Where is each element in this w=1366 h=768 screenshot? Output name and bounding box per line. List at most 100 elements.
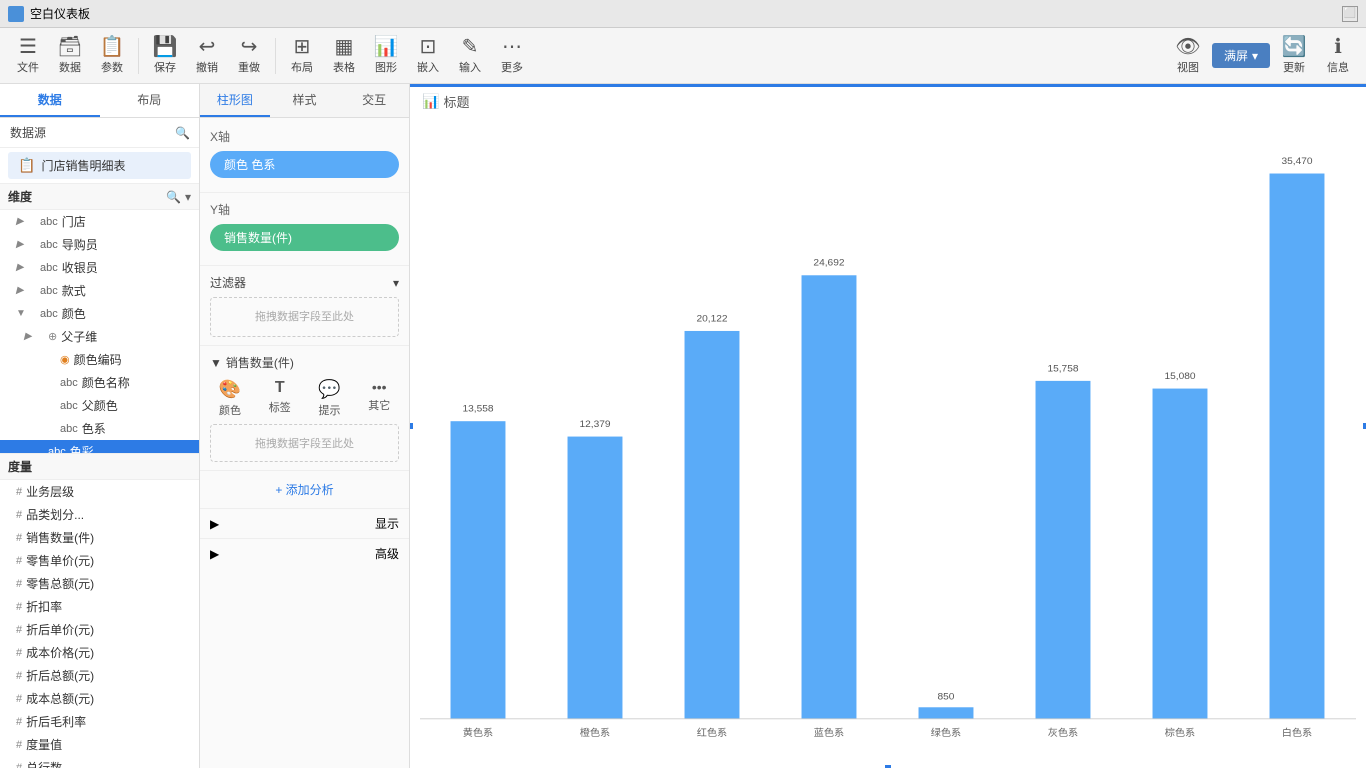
- tab-layout[interactable]: 布局: [100, 84, 200, 117]
- field-type-icon: ▶: [16, 216, 36, 227]
- tooltip-icon: 💬: [318, 379, 340, 400]
- layout-icon: ⊞: [294, 37, 311, 57]
- tab-data[interactable]: 数据: [0, 84, 100, 117]
- mark-label[interactable]: T 标签: [269, 379, 291, 418]
- toolbar-embed[interactable]: ⊡ 嵌入: [408, 35, 448, 77]
- field-se-cai[interactable]: abc 色彩: [0, 440, 199, 453]
- y-axis-pill[interactable]: 销售数量(件): [210, 224, 399, 251]
- field-yanse-mingcheng[interactable]: abc 颜色名称: [0, 371, 199, 394]
- marks-expand-icon[interactable]: ▼: [210, 356, 222, 370]
- marks-section: ▼ 销售数量(件) 🎨 颜色 T 标签 💬 提示 ••• 其它: [200, 345, 409, 470]
- toolbar-layout[interactable]: ⊞ 布局: [282, 35, 322, 77]
- svg-text:20,122: 20,122: [696, 314, 727, 325]
- field-kuanshi[interactable]: ▶ abc 款式: [0, 279, 199, 302]
- field-fuziwei[interactable]: ▶ ⊕ 父子维: [0, 325, 199, 348]
- x-axis-pill[interactable]: 颜色 色系: [210, 151, 399, 178]
- tab-style[interactable]: 样式: [270, 84, 340, 117]
- advanced-section[interactable]: ▶ 高级: [200, 538, 409, 568]
- field-label: 门店: [62, 213, 86, 230]
- toolbar-more[interactable]: ⋯ 更多: [492, 35, 532, 77]
- toolbar-input[interactable]: ✎ 输入: [450, 35, 490, 77]
- field-label: 度量值: [26, 736, 62, 753]
- field-pinlei[interactable]: # 品类划分...: [0, 503, 199, 526]
- field-shouyin[interactable]: ▶ abc 收银员: [0, 256, 199, 279]
- toolbar-data[interactable]: 🗃 数据: [50, 35, 90, 77]
- field-yewu[interactable]: # 业务层级: [0, 480, 199, 503]
- toolbar-figure[interactable]: 📊 图形: [366, 35, 406, 77]
- display-expand-icon: ▶: [210, 517, 219, 531]
- bar-chart-svg: 13,558 12,379 20,122 24,692 850 15,758 1…: [420, 114, 1356, 738]
- mark-other[interactable]: ••• 其它: [368, 379, 390, 418]
- toolbar-params[interactable]: 📋 参数: [92, 35, 132, 77]
- field-label: 总行数: [26, 759, 62, 768]
- mark-color[interactable]: 🎨 颜色: [219, 379, 241, 418]
- mark-tooltip[interactable]: 💬 提示: [318, 379, 340, 418]
- toolbar-info[interactable]: ℹ 信息: [1318, 35, 1358, 77]
- display-section[interactable]: ▶ 显示: [200, 508, 409, 538]
- tab-bar-chart[interactable]: 柱形图: [200, 84, 270, 117]
- handle-right-center[interactable]: [1362, 422, 1366, 430]
- field-yanse-bianma[interactable]: ◉ 颜色编码: [0, 348, 199, 371]
- mark-color-label: 颜色: [219, 402, 241, 418]
- field-chengbenzonge[interactable]: # 成本总额(元): [0, 687, 199, 710]
- add-analysis-button[interactable]: + 添加分析: [200, 470, 409, 508]
- expand-dimensions-icon[interactable]: ▾: [185, 190, 191, 204]
- toolbar-undo[interactable]: ↩ 撤销: [187, 35, 227, 77]
- toolbar-redo[interactable]: ↪ 重做: [229, 35, 269, 77]
- search-icon[interactable]: 🔍: [175, 126, 189, 140]
- fullscreen-button[interactable]: 满屏 ▾: [1212, 43, 1270, 68]
- chart-title-text: 标题: [443, 92, 469, 111]
- data-icon: 🗃: [57, 37, 82, 57]
- toolbar-view[interactable]: 👁 视图: [1168, 35, 1208, 77]
- field-lingshouzongé[interactable]: # 零售总额(元): [0, 572, 199, 595]
- marks-icons: 🎨 颜色 T 标签 💬 提示 ••• 其它: [210, 379, 399, 418]
- datasource-item[interactable]: 📋 门店销售明细表: [8, 152, 191, 179]
- main-layout: 数据 布局 数据源 🔍 📋 门店销售明细表 维度 🔍 ▾ ▶ abc 门店: [0, 84, 1366, 768]
- dimensions-header: 维度 🔍 ▾: [0, 183, 199, 210]
- tab-interact[interactable]: 交互: [339, 84, 409, 117]
- field-dulianngzhi[interactable]: # 度量值: [0, 733, 199, 756]
- handle-left-center[interactable]: [410, 422, 414, 430]
- chart-title: 📊 标题: [422, 92, 469, 111]
- field-se-xi[interactable]: abc 色系: [0, 417, 199, 440]
- selection-border-top: [410, 84, 1366, 87]
- advanced-label: 高级: [375, 545, 399, 562]
- toolbar-table[interactable]: ▦ 表格: [324, 35, 364, 77]
- field-zonghshu[interactable]: # 总行数: [0, 756, 199, 768]
- field-lingshoudanjia[interactable]: # 零售单价(元): [0, 549, 199, 572]
- chart-tabs: 柱形图 样式 交互: [200, 84, 409, 118]
- field-daogou[interactable]: ▶ abc 导购员: [0, 233, 199, 256]
- svg-text:黄色系: 黄色系: [463, 726, 494, 738]
- filter-expand-icon: ▾: [393, 276, 399, 290]
- left-panel-tabs: 数据 布局: [0, 84, 199, 118]
- field-label: 折后总额(元): [26, 667, 94, 684]
- svg-text:35,470: 35,470: [1281, 156, 1313, 167]
- field-zhekoúdanjia[interactable]: # 折后单价(元): [0, 618, 199, 641]
- svg-text:红色系: 红色系: [697, 726, 728, 738]
- marks-label: 销售数量(件): [226, 354, 399, 371]
- search-dimensions-icon[interactable]: 🔍: [166, 190, 181, 204]
- field-zhekoulv[interactable]: # 折扣率: [0, 595, 199, 618]
- menu-icon: ☰: [19, 37, 37, 57]
- datasource-label: 数据源: [10, 124, 46, 141]
- field-yanse[interactable]: ▼ abc 颜色: [0, 302, 199, 325]
- toolbar-save[interactable]: 💾 保存: [145, 35, 185, 77]
- toolbar-update[interactable]: 🔄 更新: [1274, 35, 1314, 77]
- field-label: 品类划分...: [26, 506, 84, 523]
- color-icon: 🎨: [219, 379, 241, 400]
- toolbar-file[interactable]: ☰ 文件: [8, 35, 48, 77]
- handle-bottom-center[interactable]: [884, 764, 892, 768]
- field-zhekouzonge[interactable]: # 折后总额(元): [0, 664, 199, 687]
- field-zhekoumaoili[interactable]: # 折后毛利率: [0, 710, 199, 733]
- field-mendian[interactable]: ▶ abc 门店: [0, 210, 199, 233]
- svg-text:橙色系: 橙色系: [580, 726, 611, 738]
- field-label: 色系: [82, 420, 106, 437]
- field-xiaoliang[interactable]: # 销售数量(件): [0, 526, 199, 549]
- filter-header[interactable]: 过滤器 ▾: [210, 274, 399, 291]
- field-chengbenjiage[interactable]: # 成本价格(元): [0, 641, 199, 664]
- maximize-button[interactable]: ⬜: [1342, 6, 1358, 22]
- measures-header: 度量: [0, 453, 199, 480]
- marks-header: ▼ 销售数量(件): [210, 354, 399, 371]
- field-fu-yanse[interactable]: abc 父颜色: [0, 394, 199, 417]
- field-label: 父子维: [61, 328, 97, 345]
